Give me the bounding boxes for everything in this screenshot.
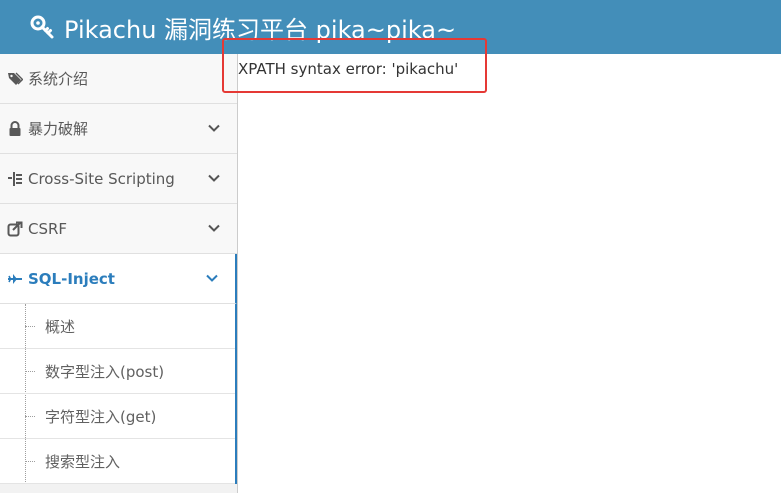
submenu-item-string-get[interactable]: 字符型注入(get) [0,394,235,439]
chevron-down-icon [207,171,221,185]
lock-icon [7,120,23,137]
main-content: XPATH syntax error: 'pikachu' [238,54,781,493]
app-title[interactable]: Pikachu 漏洞练习平台 pika~pika~ [64,10,456,45]
plane-icon [7,271,23,287]
share-icon [7,221,23,237]
submenu-item-label: 概述 [45,317,76,336]
code-tree-icon [7,171,23,187]
sidebar-item-intro[interactable]: 系统介绍 [0,54,237,104]
submenu-item-overview[interactable]: 概述 [0,304,235,349]
sidebar-item-label: 暴力破解 [28,120,89,138]
sidebar-item-csrf[interactable]: CSRF [0,204,237,254]
sidebar-item-xss[interactable]: Cross-Site Scripting [0,154,237,204]
sidebar: 系统介绍 暴力破解 Cross-Site Scripting CSRF SQL-… [0,54,238,493]
sidebar-item-bruteforce[interactable]: 暴力破解 [0,104,237,154]
key-icon [30,14,56,40]
tree-branch [25,371,35,372]
tree-branch [25,416,35,417]
submenu-item-label: 数字型注入(post) [45,362,165,381]
chevron-down-icon [207,221,221,235]
error-message: XPATH syntax error: 'pikachu' [238,60,459,78]
sidebar-item-label: CSRF [28,219,68,238]
sidebar-item-sql-inject[interactable]: SQL-Inject [0,254,237,304]
chevron-down-icon [207,121,221,135]
tree-branch [25,461,35,462]
tags-icon [7,71,23,87]
sidebar-item-label: Cross-Site Scripting [28,169,175,188]
top-navbar: Pikachu 漏洞练习平台 pika~pika~ [0,0,781,54]
submenu-item-label: 搜索型注入 [45,452,121,471]
submenu-item-search[interactable]: 搜索型注入 [0,439,235,484]
chevron-down-icon [205,271,219,285]
submenu-item-label: 字符型注入(get) [45,407,157,426]
submenu-item-numeric-post[interactable]: 数字型注入(post) [0,349,235,394]
sidebar-item-label: 系统介绍 [28,70,89,88]
tree-branch [25,326,35,327]
sql-inject-submenu: 概述 数字型注入(post) 字符型注入(get) 搜索型注入 [0,304,237,484]
sidebar-item-label: SQL-Inject [28,269,115,288]
